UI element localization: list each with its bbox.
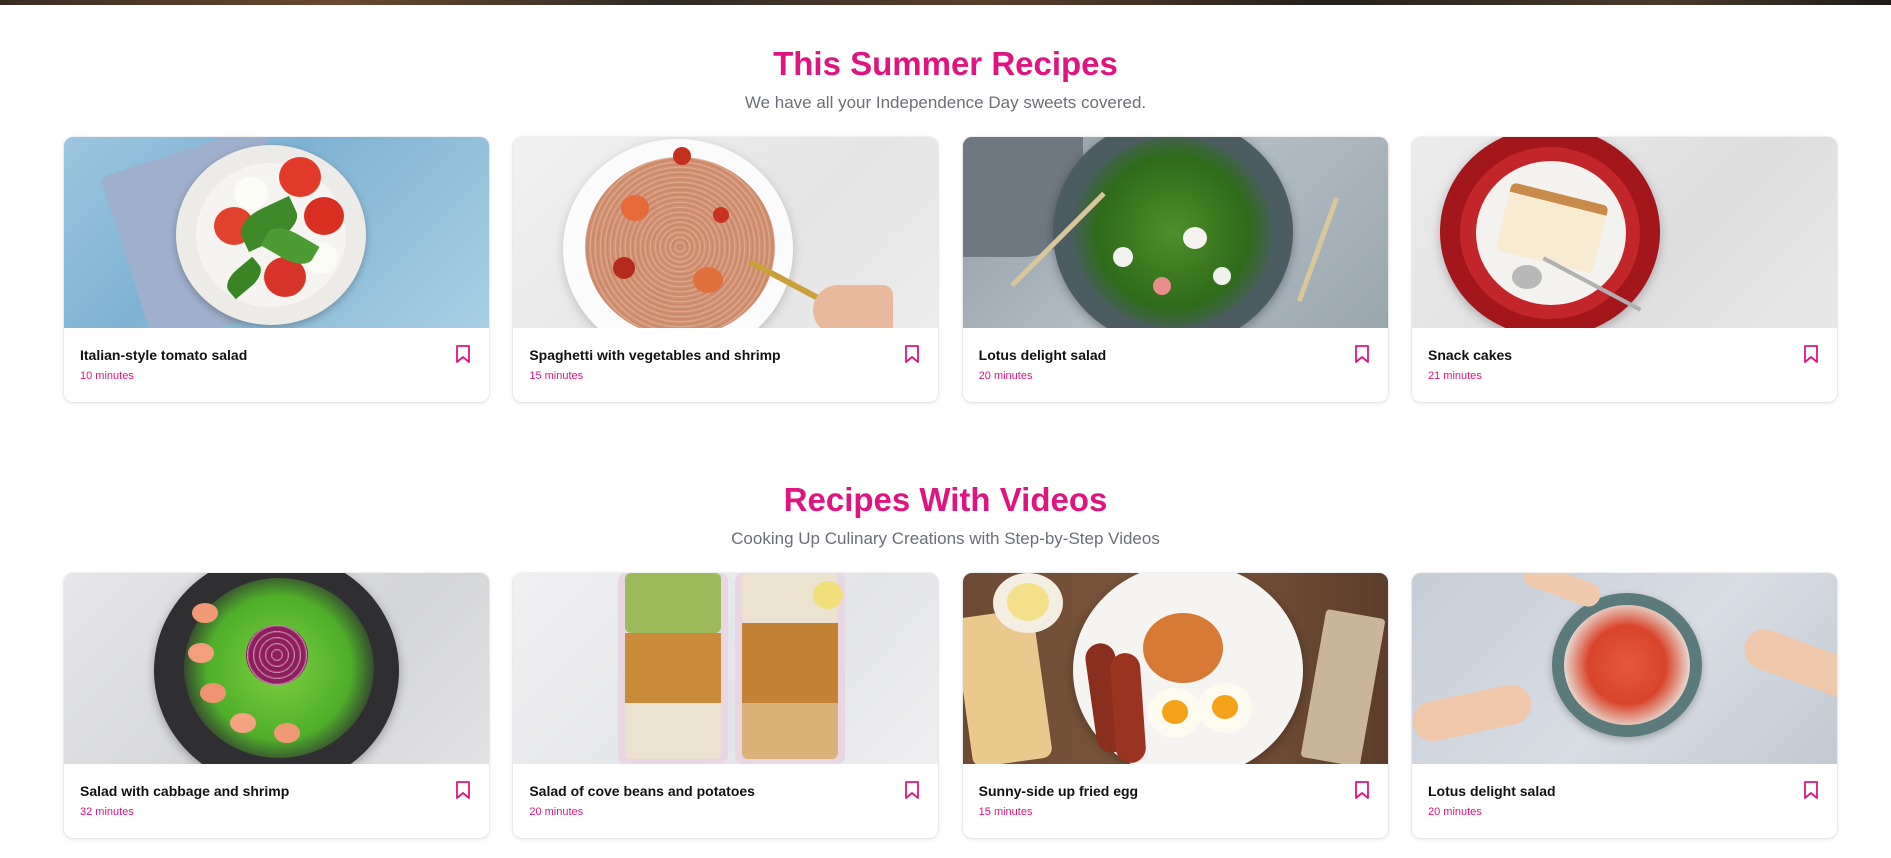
recipe-card[interactable]: Sunny-side up fried egg 15 minutes [962, 573, 1388, 838]
card-time: 10 minutes [80, 370, 134, 382]
breakfast-image[interactable] [962, 573, 1388, 764]
recipe-card[interactable]: Lotus delight salad 20 minutes [962, 137, 1388, 402]
shrimp-salad-image[interactable] [64, 573, 489, 764]
snack-cake-image[interactable] [1411, 137, 1837, 328]
video-recipes-section: Recipes With Videos Cooking Up Culinary … [0, 480, 1891, 838]
recipe-grid: Italian-style tomato salad 10 minutes Sp… [64, 137, 1837, 402]
recipe-card[interactable]: Spaghetti with vegetables and shrimp 15 … [513, 137, 939, 402]
card-time: 15 minutes [978, 806, 1033, 818]
recipe-card[interactable]: Snack cakes 21 minutes [1411, 137, 1837, 402]
bookmark-icon[interactable] [1803, 780, 1819, 800]
tomato-salad-image[interactable] [64, 137, 489, 328]
recipe-card[interactable]: Lotus delight salad 20 minutes [1411, 573, 1837, 838]
card-title[interactable]: Sunny-side up fried egg [979, 782, 1372, 800]
bookmark-icon[interactable] [904, 780, 920, 800]
bookmark-icon[interactable] [455, 344, 471, 364]
card-time: 20 minutes [1427, 806, 1482, 818]
bookmark-icon[interactable] [1803, 344, 1819, 364]
section-title: This Summer Recipes [773, 45, 1118, 82]
card-time: 32 minutes [80, 806, 134, 818]
card-title[interactable]: Spaghetti with vegetables and shrimp [529, 346, 922, 364]
recipe-card[interactable]: Salad with cabbage and shrimp 32 minutes [64, 573, 489, 838]
beans-bowls-image[interactable] [513, 573, 939, 764]
card-title[interactable]: Salad of cove beans and potatoes [529, 782, 922, 800]
section-title: Recipes With Videos [783, 481, 1108, 518]
recipe-card[interactable]: Salad of cove beans and potatoes 20 minu… [513, 573, 939, 838]
card-time: 15 minutes [529, 370, 584, 382]
section-subtitle: Cooking Up Culinary Creations with Step-… [731, 529, 1160, 548]
bookmark-icon[interactable] [1354, 344, 1370, 364]
card-time: 20 minutes [978, 370, 1033, 382]
bookmark-icon[interactable] [455, 780, 471, 800]
recipe-grid: Salad with cabbage and shrimp 32 minutes [64, 573, 1837, 838]
summer-recipes-section: This Summer Recipes We have all your Ind… [0, 44, 1891, 402]
card-title[interactable]: Italian-style tomato salad [80, 346, 473, 364]
bookmark-icon[interactable] [1354, 780, 1370, 800]
card-time: 21 minutes [1427, 370, 1482, 382]
spaghetti-image[interactable] [513, 137, 939, 328]
bookmark-icon[interactable] [904, 344, 920, 364]
hero-image-edge [0, 0, 1891, 5]
recipe-card[interactable]: Italian-style tomato salad 10 minutes [64, 137, 489, 402]
card-title[interactable]: Snack cakes [1428, 346, 1821, 364]
card-time: 20 minutes [529, 806, 584, 818]
shrimp-platter-image[interactable] [1411, 573, 1837, 764]
card-title[interactable]: Lotus delight salad [979, 346, 1372, 364]
card-title[interactable]: Salad with cabbage and shrimp [80, 782, 473, 800]
green-salad-image[interactable] [962, 137, 1388, 328]
section-subtitle: We have all your Independence Day sweets… [744, 93, 1147, 112]
card-title[interactable]: Lotus delight salad [1428, 782, 1821, 800]
